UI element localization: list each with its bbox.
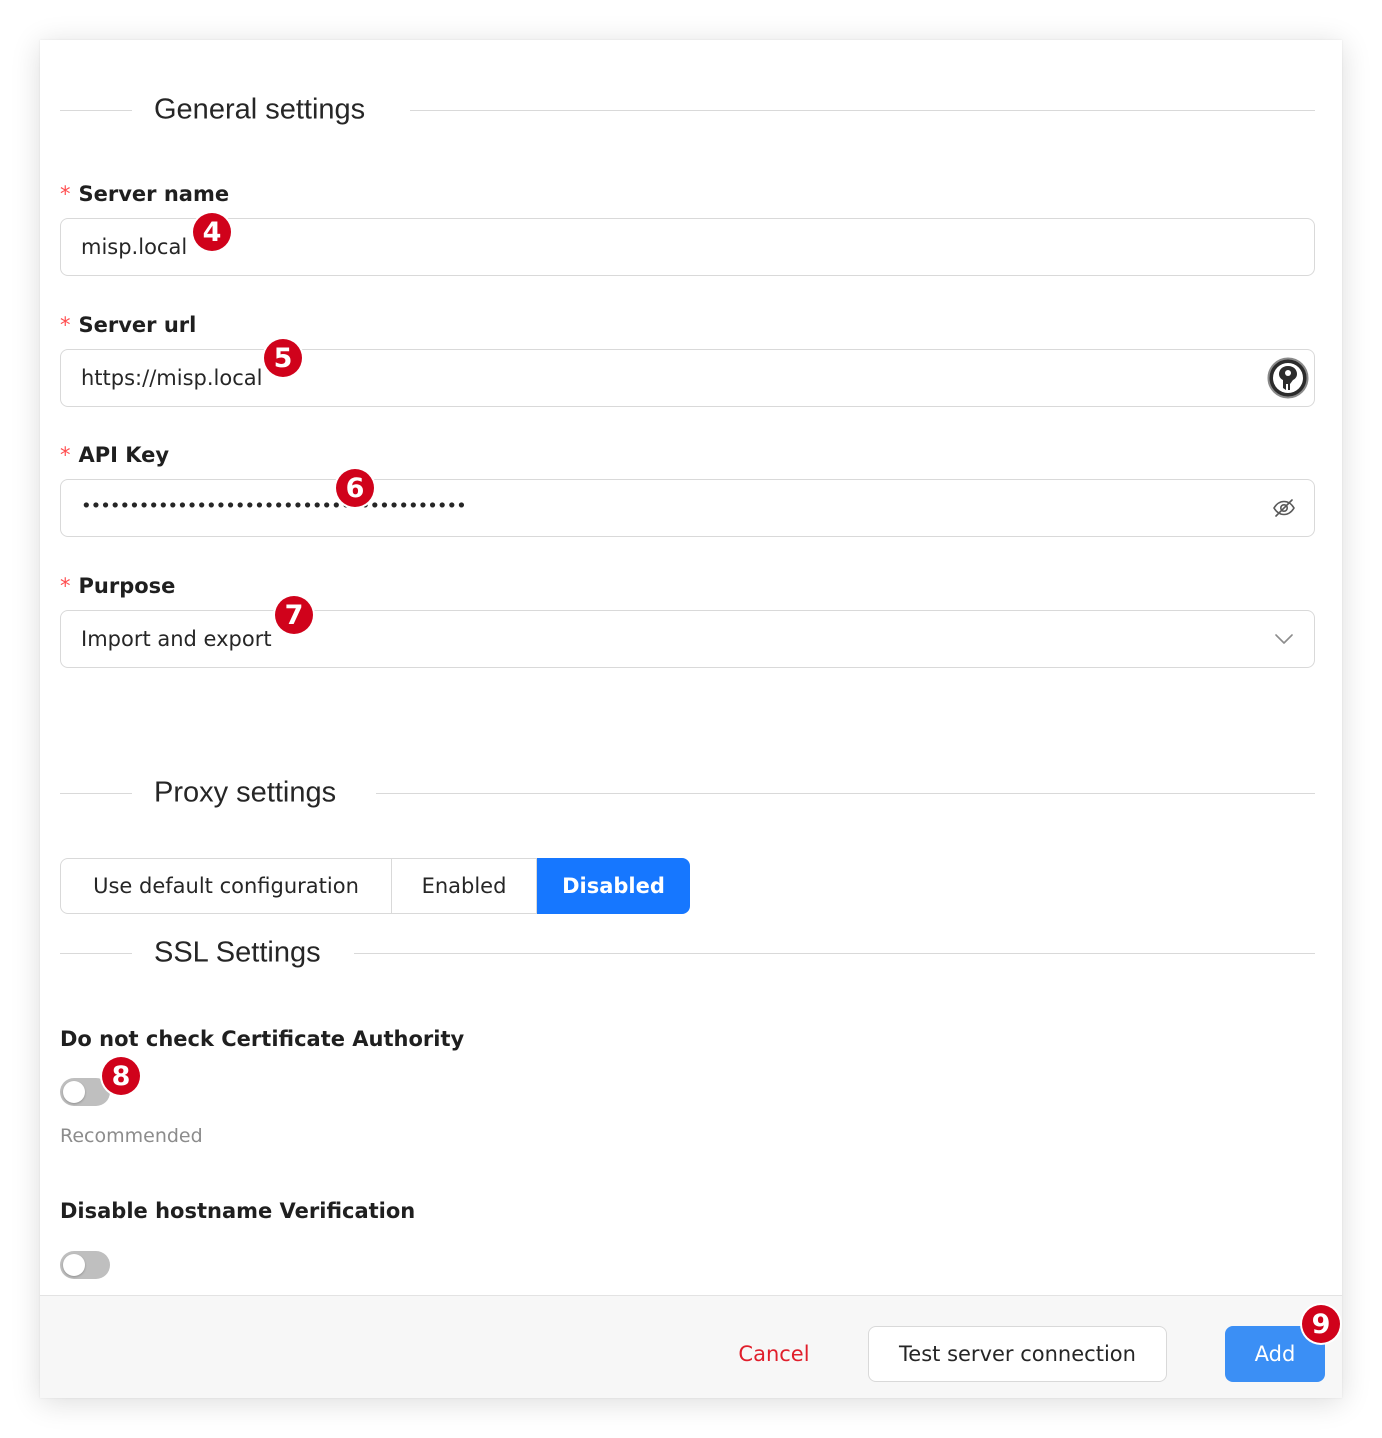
step-badge-4: 4 [193, 213, 231, 251]
dialog-footer: Cancel Test server connection Add 9 [40, 1295, 1342, 1398]
proxy-option-enabled[interactable]: Enabled [392, 858, 537, 914]
password-manager-icon[interactable] [1267, 357, 1309, 399]
chevron-down-icon [1274, 633, 1294, 645]
section-title: SSL Settings [154, 936, 321, 969]
api-key-input[interactable]: •••••••••••••••••••••••••••••••••••••••• [60, 479, 1315, 537]
divider [60, 953, 132, 954]
hostname-verification-label: Disable hostname Verification [60, 1199, 416, 1223]
required-mark: * [60, 443, 71, 467]
section-title: Proxy settings [154, 776, 337, 809]
ca-check-label: Do not check Certificate Authority [60, 1027, 465, 1051]
eye-invisible-icon[interactable] [1272, 496, 1296, 520]
server-name-label: * Server name [60, 182, 230, 206]
divider [60, 793, 132, 794]
test-connection-button[interactable]: Test server connection [868, 1326, 1167, 1382]
switch-knob [63, 1081, 85, 1103]
step-badge-5: 5 [264, 339, 302, 377]
api-key-label: * API Key [60, 443, 170, 467]
ca-check-help: Recommended [60, 1125, 203, 1147]
proxy-mode-segmented: Use default configuration Enabled Disabl… [60, 858, 690, 914]
section-title: General settings [154, 93, 366, 126]
hostname-verification-switch[interactable] [60, 1251, 110, 1279]
divider [354, 953, 1315, 954]
divider [376, 793, 1315, 794]
general-settings-header: General settings [60, 90, 1315, 130]
required-mark: * [60, 182, 71, 206]
proxy-option-default[interactable]: Use default configuration [60, 858, 392, 914]
input-value: https://misp.local [81, 366, 263, 390]
required-mark: * [60, 574, 71, 598]
required-mark: * [60, 313, 71, 337]
step-badge-7: 7 [275, 596, 313, 634]
divider [60, 110, 132, 111]
divider [410, 110, 1315, 111]
switch-knob [63, 1254, 85, 1276]
add-server-dialog: General settings * Server name misp.local… [40, 40, 1342, 1398]
step-badge-9: 9 [1302, 1305, 1340, 1343]
proxy-option-disabled[interactable]: Disabled [537, 858, 690, 914]
ssl-settings-header: SSL Settings [60, 933, 1315, 973]
step-badge-8: 8 [102, 1057, 140, 1095]
purpose-label: * Purpose [60, 574, 176, 598]
input-value: misp.local [81, 235, 188, 259]
server-name-input[interactable]: misp.local [60, 218, 1315, 276]
select-value: Import and export [81, 627, 272, 651]
input-value: •••••••••••••••••••••••••••••••••••••••• [81, 495, 467, 517]
purpose-select[interactable]: Import and export [60, 610, 1315, 668]
server-url-label: * Server url [60, 313, 197, 337]
step-badge-6: 6 [336, 469, 374, 507]
proxy-settings-header: Proxy settings [60, 773, 1315, 813]
server-url-input[interactable]: https://misp.local [60, 349, 1315, 407]
cancel-button[interactable]: Cancel [720, 1326, 828, 1382]
